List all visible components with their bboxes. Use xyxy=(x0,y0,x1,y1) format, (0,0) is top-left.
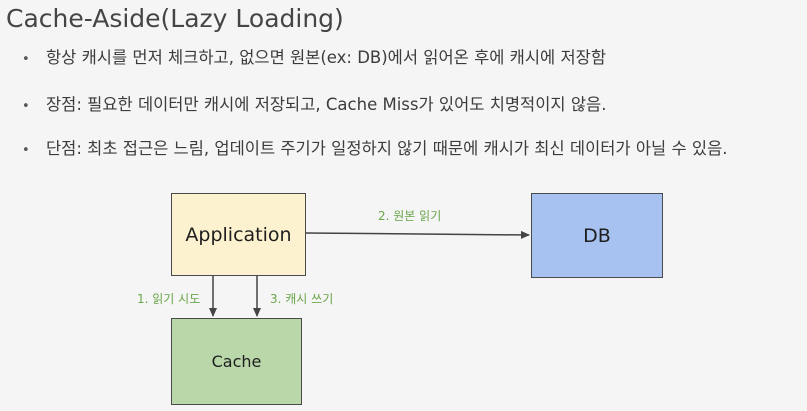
application-node: Application xyxy=(171,193,306,276)
db-label: DB xyxy=(583,224,611,247)
cache-label: Cache xyxy=(211,352,262,371)
application-label: Application xyxy=(185,223,292,246)
arrow-app-to-db xyxy=(305,230,530,239)
cache-node: Cache xyxy=(171,318,302,405)
diagram-arrows xyxy=(209,230,530,317)
edge-label-read-attempt: 1. 읽기 시도 xyxy=(137,292,201,306)
db-node: DB xyxy=(531,193,663,278)
edge-label-cache-write: 3. 캐시 쓰기 xyxy=(270,292,334,306)
edge-label-original-read: 2. 원본 읽기 xyxy=(378,209,442,223)
